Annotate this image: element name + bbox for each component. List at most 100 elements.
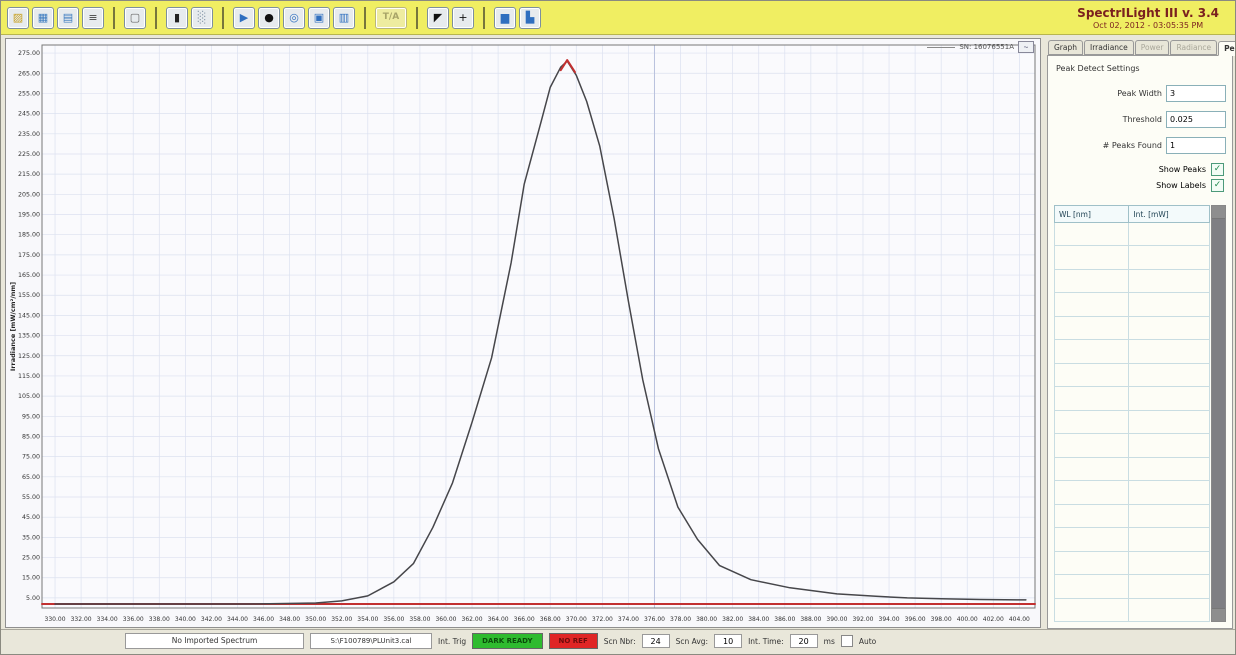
play-button[interactable]: ▶ [233, 7, 255, 29]
svg-text:380.00: 380.00 [696, 616, 717, 623]
svg-text:386.00: 386.00 [774, 616, 795, 623]
svg-text:404.00: 404.00 [1009, 616, 1030, 623]
table-scrollbar[interactable] [1211, 205, 1226, 622]
auto-checkbox[interactable] [841, 635, 853, 647]
svg-text:374.00: 374.00 [618, 616, 639, 623]
threshold-input[interactable] [1166, 111, 1226, 128]
svg-text:376.00: 376.00 [644, 616, 665, 623]
table-row [1055, 528, 1210, 551]
svg-text:175.00: 175.00 [18, 252, 40, 259]
svg-text:378.00: 378.00 [670, 616, 691, 623]
svg-text:402.00: 402.00 [983, 616, 1004, 623]
data-tools-button[interactable]: ▙ [519, 7, 541, 29]
export-button[interactable]: ▥ [333, 7, 355, 29]
svg-text:265.00: 265.00 [18, 70, 40, 77]
chart-tools-button[interactable]: ▆ [494, 7, 516, 29]
table-row [1055, 246, 1210, 269]
print-button[interactable]: ≡ [82, 7, 104, 29]
table-row [1055, 269, 1210, 292]
svg-text:45.00: 45.00 [22, 514, 40, 521]
svg-text:332.00: 332.00 [71, 616, 92, 623]
show-peaks-checkbox[interactable]: ✓ [1211, 163, 1224, 176]
toolbar: ▨▦▤≡▢▮░▶●◎▣▥T/A◤+▆▙ SpectrILight III v. … [1, 1, 1235, 35]
integration-time-input[interactable] [790, 634, 818, 648]
light-reference-button[interactable]: ░ [191, 7, 213, 29]
svg-text:330.00: 330.00 [45, 616, 66, 623]
svg-text:15.00: 15.00 [22, 575, 40, 582]
status-bar: No Imported Spectrum S:\F100789\PLUnit3.… [1, 629, 1235, 652]
table-row [1055, 598, 1210, 622]
dark-reference-button[interactable]: ▮ [166, 7, 188, 29]
scroll-down-icon[interactable] [1212, 608, 1225, 621]
tab-graph[interactable]: Graph [1048, 40, 1083, 55]
scroll-up-icon[interactable] [1212, 206, 1225, 219]
svg-text:165.00: 165.00 [18, 272, 40, 279]
svg-text:95.00: 95.00 [22, 413, 40, 420]
peak-width-row: Peak Width [1054, 85, 1226, 102]
serial-number-label: SN: 16076551A [959, 43, 1014, 51]
app-datetime: Oct 02, 2012 - 03:05:35 PM [1077, 21, 1219, 30]
svg-text:340.00: 340.00 [175, 616, 196, 623]
transmittance-absorbance-button[interactable]: T/A [375, 7, 407, 29]
svg-text:275.00: 275.00 [18, 50, 40, 57]
scan-average-input[interactable] [714, 634, 742, 648]
threshold-row: Threshold [1054, 111, 1226, 128]
peak-table-header-int: Int. [mW] [1129, 206, 1210, 223]
toolbar-group-analysis: ▆▙ [483, 7, 541, 29]
svg-text:336.00: 336.00 [123, 616, 144, 623]
peak-table-wrap: WL [nm] Int. [mW] [1054, 205, 1226, 622]
show-peaks-label: Show Peaks [1159, 165, 1206, 174]
peak-tab-body: Peak Detect Settings Peak Width Threshol… [1047, 55, 1233, 629]
stop-button[interactable]: ● [258, 7, 280, 29]
svg-text:372.00: 372.00 [592, 616, 613, 623]
scrollbar-thumb[interactable] [1212, 219, 1225, 608]
svg-text:155.00: 155.00 [18, 292, 40, 299]
peak-table: WL [nm] Int. [mW] [1054, 205, 1210, 622]
table-row [1055, 363, 1210, 386]
save-button[interactable]: ▦ [32, 7, 54, 29]
legend-toggle-button[interactable]: ~ [1018, 41, 1034, 53]
svg-text:348.00: 348.00 [279, 616, 300, 623]
svg-text:362.00: 362.00 [462, 616, 483, 623]
table-row [1055, 575, 1210, 598]
auto-label: Auto [859, 637, 876, 646]
svg-text:215.00: 215.00 [18, 171, 40, 178]
tab-irradiance[interactable]: Irradiance [1084, 40, 1134, 55]
tab-radiance[interactable]: Radiance [1170, 40, 1217, 55]
show-labels-checkbox[interactable]: ✓ [1211, 179, 1224, 192]
main-area: SN: 16076551A ~ 330.00332.00334.00336.00… [1, 35, 1235, 629]
continuous-button[interactable]: ◎ [283, 7, 305, 29]
peaks-found-input[interactable] [1166, 137, 1226, 154]
save-as-button[interactable]: ▤ [57, 7, 79, 29]
peak-width-label: Peak Width [1117, 89, 1162, 98]
tab-peak[interactable]: Peak [1218, 41, 1236, 56]
scan-number-input[interactable] [642, 634, 670, 648]
toolbar-group-cursor: ◤+ [416, 7, 474, 29]
table-row [1055, 457, 1210, 480]
reference-status-badge: NO REF [549, 633, 598, 649]
toolbar-group-mode: T/A [364, 7, 407, 29]
open-button[interactable]: ▨ [7, 7, 29, 29]
svg-text:358.00: 358.00 [409, 616, 430, 623]
svg-text:255.00: 255.00 [18, 90, 40, 97]
svg-text:115.00: 115.00 [18, 373, 40, 380]
tab-power[interactable]: Power [1135, 40, 1170, 55]
peak-width-input[interactable] [1166, 85, 1226, 102]
cursor-button[interactable]: ◤ [427, 7, 449, 29]
svg-text:225.00: 225.00 [18, 151, 40, 158]
svg-text:125.00: 125.00 [18, 353, 40, 360]
svg-text:368.00: 368.00 [540, 616, 561, 623]
crosshair-button[interactable]: + [452, 7, 474, 29]
show-labels-label: Show Labels [1156, 181, 1206, 190]
snapshot-button[interactable]: ▣ [308, 7, 330, 29]
svg-text:344.00: 344.00 [227, 616, 248, 623]
settings-button[interactable]: ▢ [124, 7, 146, 29]
svg-text:398.00: 398.00 [931, 616, 952, 623]
chart-legend-row: SN: 16076551A ~ [927, 41, 1034, 53]
table-row [1055, 316, 1210, 339]
table-row [1055, 410, 1210, 433]
svg-text:366.00: 366.00 [514, 616, 535, 623]
spectrum-chart[interactable]: 330.00332.00334.00336.00338.00340.00342.… [6, 39, 1040, 623]
scan-average-label: Scn Avg: [676, 637, 708, 646]
peaks-found-row: # Peaks Found [1054, 137, 1226, 154]
